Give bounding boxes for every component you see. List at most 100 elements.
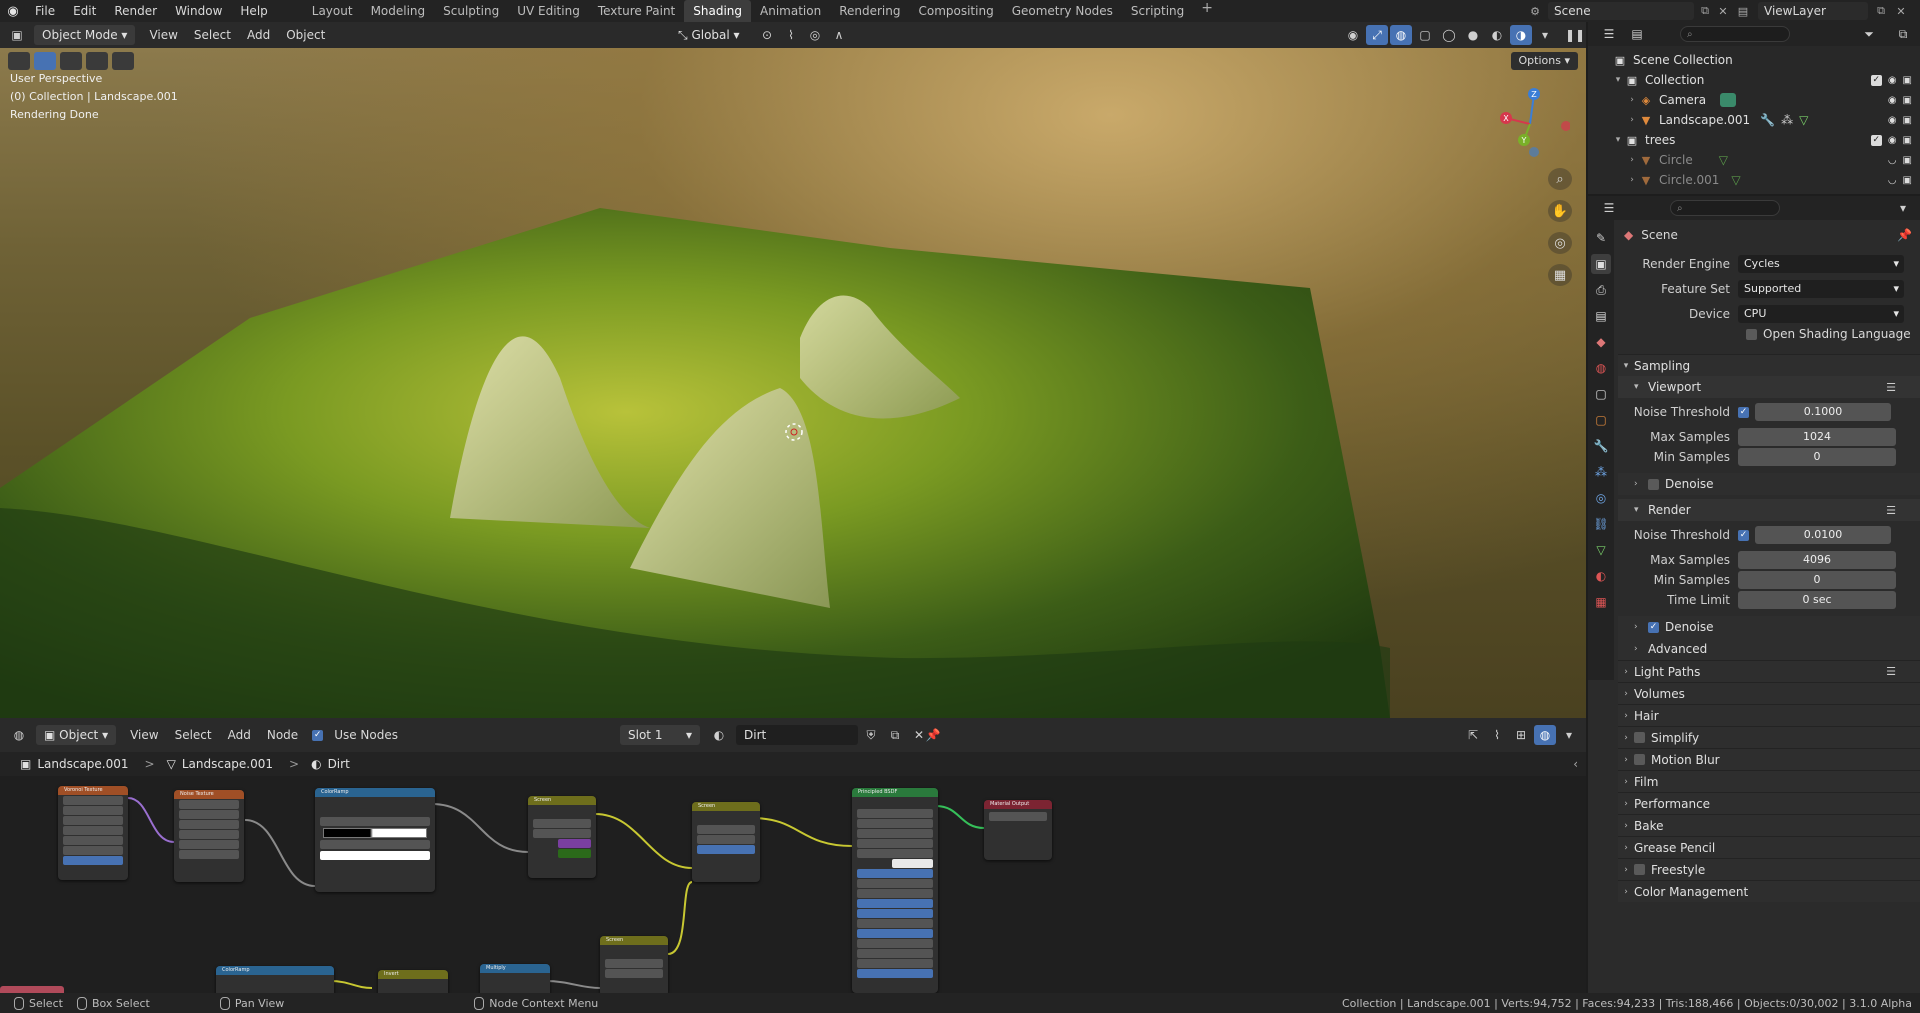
panel-sampling[interactable]: ▾ Sampling <box>1618 354 1920 376</box>
expand-icon[interactable]: › <box>1626 175 1638 185</box>
menu-render[interactable]: Render <box>105 0 166 22</box>
material-name-field[interactable]: Dirt <box>736 725 858 745</box>
exclude-checkbox[interactable]: ✓ <box>1870 74 1882 86</box>
viewport-menu-select[interactable]: Select <box>186 28 239 42</box>
use-nodes-toggle[interactable]: ✓ Use Nodes <box>312 728 398 742</box>
osl-row[interactable]: Open Shading Language <box>1618 324 1920 344</box>
node-field[interactable] <box>179 840 239 849</box>
eye-hidden-icon[interactable]: ◡ <box>1888 175 1897 186</box>
vp-noise-threshold-checkbox[interactable]: ✓ <box>1738 406 1749 418</box>
node-field[interactable] <box>697 845 755 854</box>
subpanel-viewport[interactable]: ▾ Viewport ☰ <box>1618 376 1920 398</box>
motion-blur-checkbox[interactable] <box>1634 754 1645 765</box>
particles-icon[interactable]: ⁂ <box>1781 113 1793 127</box>
mesh-data-icon[interactable]: ▽ <box>1719 153 1728 167</box>
eye-hidden-icon[interactable]: ◡ <box>1888 155 1897 166</box>
render-camera-icon[interactable]: ▣ <box>1903 75 1912 86</box>
constraints-tab-icon[interactable]: ⛓ <box>1591 514 1611 534</box>
node-field[interactable] <box>989 812 1047 821</box>
node-field[interactable] <box>63 826 123 835</box>
viewport-menu-object[interactable]: Object <box>278 28 333 42</box>
proportional-edit-icon[interactable]: ◎ <box>804 25 826 45</box>
eye-icon[interactable]: ◉ <box>1888 95 1897 106</box>
ortho-grid-icon[interactable]: ▦ <box>1548 264 1572 286</box>
new-view-layer-icon[interactable]: ⧉ <box>1872 2 1890 20</box>
duplicate-material-icon[interactable]: ⧉ <box>884 725 906 745</box>
menu-file[interactable]: File <box>26 0 64 22</box>
node-field[interactable] <box>605 959 663 968</box>
node-type-dropdown[interactable]: ▣ Object ▾ <box>36 725 117 745</box>
select-intersect-icon[interactable] <box>112 52 134 70</box>
node-colorramp-2[interactable]: ColorRamp <box>216 966 334 993</box>
overlay-icon[interactable]: ◍ <box>1390 25 1412 45</box>
panel-bake[interactable]: › Bake <box>1618 814 1920 836</box>
node-snap-options-icon[interactable]: ⊞ <box>1510 725 1532 745</box>
node-field[interactable] <box>857 839 933 848</box>
xray-icon[interactable]: ▢ <box>1414 25 1436 45</box>
shading-options-icon[interactable]: ▾ <box>1534 25 1556 45</box>
node-field[interactable] <box>179 820 239 829</box>
neg-x-axis-icon[interactable] <box>1561 121 1570 131</box>
filter-icon[interactable]: ⏷ <box>1858 24 1880 44</box>
orientation-dropdown[interactable]: ⤡ Global ▾ <box>670 25 748 45</box>
panel-motion-blur[interactable]: › Motion Blur <box>1618 748 1920 770</box>
eye-icon[interactable]: ◉ <box>1888 115 1897 126</box>
tab-scripting[interactable]: Scripting <box>1122 0 1193 22</box>
node-field[interactable] <box>857 919 933 928</box>
rendered-shading-icon[interactable]: ◑ <box>1510 25 1532 45</box>
outliner-item-camera[interactable]: › ◈ Camera ◉ ▣ <box>1588 90 1920 110</box>
r-max-samples-field[interactable]: 4096 <box>1738 551 1896 569</box>
eye-icon[interactable]: ◉ <box>1888 135 1897 146</box>
node-menu-node[interactable]: Node <box>259 728 306 742</box>
node-field[interactable] <box>179 800 239 809</box>
visibility-icon[interactable]: ◉ <box>1342 25 1364 45</box>
select-extend-icon[interactable] <box>60 52 82 70</box>
navigation-gizmo[interactable]: Z X Y <box>1490 82 1570 162</box>
tab-modeling[interactable]: Modeling <box>362 0 435 22</box>
solid-shading-icon[interactable]: ● <box>1462 25 1484 45</box>
node-field[interactable] <box>533 829 591 838</box>
node-colorramp[interactable]: ColorRamp <box>315 788 435 892</box>
node-field[interactable] <box>63 856 123 865</box>
r-min-samples-field[interactable]: 0 <box>1738 571 1896 589</box>
node-invert[interactable]: Invert <box>378 970 448 993</box>
panel-performance[interactable]: › Performance <box>1618 792 1920 814</box>
render-engine-dropdown[interactable]: Cycles ▾ <box>1738 255 1904 273</box>
render-camera-icon[interactable]: ▣ <box>1903 135 1912 146</box>
use-nodes-checkbox[interactable]: ✓ <box>312 729 324 741</box>
freestyle-checkbox[interactable] <box>1634 864 1645 875</box>
panel-simplify[interactable]: › Simplify <box>1618 726 1920 748</box>
pin-icon[interactable]: 📌 <box>922 725 944 745</box>
outliner-item-circle[interactable]: › ▼ Circle ▽ ◡ ▣ <box>1588 150 1920 170</box>
render-tab-icon[interactable]: ▣ <box>1591 254 1611 274</box>
node-screen-2[interactable]: Screen <box>692 802 760 882</box>
delete-view-layer-icon[interactable]: ✕ <box>1892 2 1910 20</box>
new-scene-icon[interactable]: ⧉ <box>1696 2 1714 20</box>
panel-light-paths[interactable]: › Light Paths ☰ <box>1618 660 1920 682</box>
vp-min-samples-field[interactable]: 0 <box>1738 448 1896 466</box>
expand-icon[interactable]: › <box>1626 155 1638 165</box>
node-principled-bsdf[interactable]: Principled BSDF <box>852 788 938 993</box>
world-tab-icon[interactable]: ◍ <box>1591 358 1611 378</box>
node-voronoi[interactable]: Voronoi Texture <box>58 786 128 880</box>
node-field[interactable] <box>857 889 933 898</box>
vp-noise-threshold-field[interactable]: 0.1000 <box>1755 403 1891 421</box>
mesh-data-icon[interactable]: ▽ <box>1799 113 1808 127</box>
r-denoise-checkbox[interactable]: ✓ <box>1648 621 1659 633</box>
render-camera-icon[interactable]: ▣ <box>1903 175 1912 186</box>
pin-icon[interactable]: 📌 <box>1897 228 1912 242</box>
tab-animation[interactable]: Animation <box>751 0 830 22</box>
presets-list-icon[interactable]: ☰ <box>1886 381 1896 394</box>
node-overlay-icon[interactable]: ◍ <box>1534 725 1556 745</box>
node-screen-1[interactable]: Screen <box>528 796 596 878</box>
properties-options-icon[interactable]: ▾ <box>1892 198 1914 218</box>
display-mode-icon[interactable]: ▤ <box>1626 24 1648 44</box>
material-shading-icon[interactable]: ◐ <box>1486 25 1508 45</box>
vp-max-samples-field[interactable]: 1024 <box>1738 428 1896 446</box>
tab-uv-editing[interactable]: UV Editing <box>508 0 589 22</box>
node-field[interactable] <box>697 835 755 844</box>
editor-type-icon[interactable]: ▣ <box>6 25 28 45</box>
properties-search-input[interactable]: ⌕ <box>1670 200 1780 216</box>
node-field[interactable] <box>63 816 123 825</box>
object-tab-icon[interactable]: ▢ <box>1591 410 1611 430</box>
